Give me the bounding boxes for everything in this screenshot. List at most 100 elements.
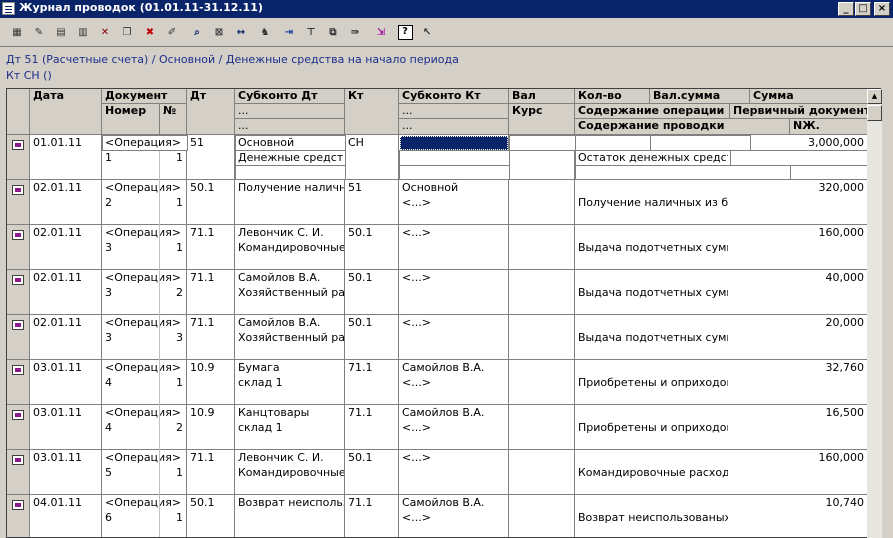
copy-entry-icon: ✎ xyxy=(34,26,44,38)
row-date: 03.01.11 xyxy=(33,361,82,374)
row-subkonto-dt-2: склад 1 xyxy=(238,376,283,389)
move-right-button[interactable]: ⇛ xyxy=(346,23,364,41)
interval-button[interactable]: ↔ xyxy=(232,23,250,41)
entry-row-icon xyxy=(12,185,24,195)
row-entry-content: Выдача подотчетных сумм xyxy=(578,286,728,299)
maximize-button[interactable]: □ xyxy=(855,2,871,16)
entry-row-icon xyxy=(12,410,24,420)
col-subkonto-dt-2[interactable]: ... xyxy=(235,104,345,119)
row-subkonto-dt-2: Командировочные р xyxy=(238,241,344,254)
row-no: 1 xyxy=(176,376,183,389)
col-primary-doc[interactable]: Первичный документ xyxy=(730,104,868,119)
row-number: 6 xyxy=(105,511,112,524)
col-no[interactable]: № xyxy=(160,104,187,135)
vertical-scrollbar[interactable]: ▲ xyxy=(867,89,882,538)
scroll-thumb[interactable] xyxy=(867,105,882,121)
col-subkonto-kt[interactable]: Субконто Кт xyxy=(399,89,509,104)
minimize-button[interactable]: _ xyxy=(838,2,854,16)
row-subkonto-kt-1: Основной xyxy=(402,181,459,194)
row-sum: 16,500 xyxy=(825,406,865,419)
journal-app-icon xyxy=(2,2,15,15)
close-button[interactable]: × xyxy=(874,2,890,16)
row-no: 2 xyxy=(176,286,183,299)
row-dt: 71.1 xyxy=(190,271,215,284)
col-kurs[interactable]: Курс xyxy=(509,104,575,135)
row-number: 3 xyxy=(105,331,112,344)
column-divider xyxy=(186,135,187,537)
remove-button[interactable]: ✖ xyxy=(141,23,159,41)
move-in-button[interactable]: ⇥ xyxy=(280,23,298,41)
col-entry-content[interactable]: Содержание проводки xyxy=(575,119,790,135)
row-dt: 71.1 xyxy=(190,316,215,329)
row-subkonto-dt-1: Получение наличных xyxy=(238,181,344,194)
row-date: 04.01.11 xyxy=(33,496,82,509)
col-document[interactable]: Документ xyxy=(102,89,187,104)
col-nzh[interactable]: NЖ. xyxy=(790,119,868,135)
row-kt: 71.1 xyxy=(348,361,373,374)
row-subkonto-kt-1: <...> xyxy=(402,271,431,284)
export-button[interactable]: ⇲ xyxy=(372,23,390,41)
selected-cell-subkonto-kt[interactable] xyxy=(400,136,508,150)
column-divider xyxy=(234,135,235,537)
move-copy-button[interactable]: ⧉ xyxy=(324,23,342,41)
row-subkonto-dt-2: склад 1 xyxy=(238,421,283,434)
delete-icon: ✕ xyxy=(100,26,110,38)
row-number: 3 xyxy=(105,241,112,254)
edit-doc-button[interactable]: ✐ xyxy=(163,23,181,41)
row-date: 02.01.11 xyxy=(33,271,82,284)
row-number: 4 xyxy=(105,376,112,389)
new-entry-button[interactable]: ▦ xyxy=(8,23,26,41)
scroll-up-arrow-icon[interactable]: ▲ xyxy=(867,89,882,104)
col-kt[interactable]: Кт xyxy=(345,89,399,135)
col-val[interactable]: Вал xyxy=(509,89,575,104)
entry-row-icon xyxy=(12,140,24,150)
col-subkonto-kt-3[interactable]: ... xyxy=(399,119,509,135)
col-sum[interactable]: Сумма xyxy=(750,89,868,104)
row-subkonto-dt-box-3 xyxy=(235,165,346,180)
copy-button[interactable]: ❐ xyxy=(118,23,136,41)
row-entry-content: Командировочные расходы xyxy=(578,466,728,479)
col-number[interactable]: Номер xyxy=(102,104,160,135)
add-row-icon: ▥ xyxy=(78,26,88,38)
move-up-button[interactable]: ⊤ xyxy=(302,23,320,41)
row-sum: 10,740 xyxy=(825,496,865,509)
col-val-sum[interactable]: Вал.сумма xyxy=(650,89,750,104)
col-dt[interactable]: Дт xyxy=(187,89,235,135)
tree-icon: ♞ xyxy=(260,26,270,38)
row-number: 4 xyxy=(105,421,112,434)
help-button[interactable]: ? xyxy=(396,23,414,41)
tree-button[interactable]: ♞ xyxy=(256,23,274,41)
whats-this-icon: ↖ xyxy=(422,26,432,38)
col-qty[interactable]: Кол-во xyxy=(575,89,650,104)
entries-grid[interactable]: Дата Документ Номер № Дт Субконто Дт ...… xyxy=(6,88,881,538)
row-dt: 10.9 xyxy=(190,406,215,419)
col-op-content[interactable]: Содержание операции xyxy=(575,104,730,119)
row-number: 2 xyxy=(105,196,112,209)
row-entry-content: Выдача подотчетных сумм xyxy=(578,331,728,344)
find-button[interactable]: ⌕ xyxy=(188,23,206,41)
col-subkonto-dt[interactable]: Субконто Дт xyxy=(235,89,345,104)
row-no: 3 xyxy=(176,331,183,344)
row-document: <Операция> xyxy=(105,136,182,149)
document-button[interactable]: ▤ xyxy=(52,23,70,41)
row-number: 1 xyxy=(105,151,112,164)
col-date[interactable]: Дата xyxy=(30,89,102,135)
row-document: <Операция> xyxy=(105,226,182,239)
col-subkonto-dt-3[interactable]: ... xyxy=(235,119,345,135)
copy-entry-button[interactable]: ✎ xyxy=(30,23,48,41)
row-document: <Операция> xyxy=(105,181,182,194)
row-no: 2 xyxy=(176,421,183,434)
whats-this-button[interactable]: ↖ xyxy=(418,23,436,41)
column-divider xyxy=(29,135,30,537)
row-no: 1 xyxy=(176,241,183,254)
row-dt: 71.1 xyxy=(190,451,215,464)
entry-row-icon xyxy=(12,275,24,285)
delete-button[interactable]: ✕ xyxy=(96,23,114,41)
col-subkonto-kt-2[interactable]: ... xyxy=(399,104,509,119)
add-row-button[interactable]: ▥ xyxy=(74,23,92,41)
filter-button[interactable]: ⊠ xyxy=(210,23,228,41)
row-no: 1 xyxy=(176,466,183,479)
row-kt: 71.1 xyxy=(348,406,373,419)
row-date: 03.01.11 xyxy=(33,406,82,419)
row-kt: 50.1 xyxy=(348,226,373,239)
